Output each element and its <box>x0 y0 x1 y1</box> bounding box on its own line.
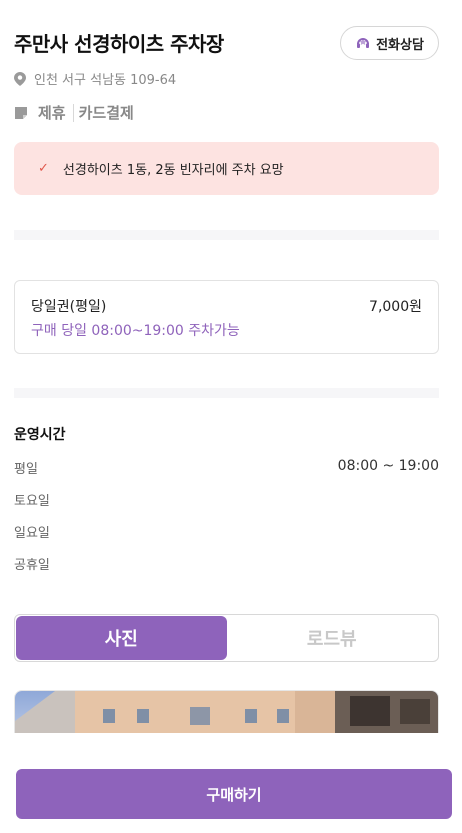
ticket-hours: 구매 당일 08:00~19:00 주차가능 <box>31 323 240 339</box>
hours-row-saturday: 토요일 <box>14 490 439 509</box>
address-row: 인천 서구 석남동 109-64 <box>14 69 176 88</box>
headset-icon <box>357 38 370 48</box>
call-consult-button[interactable]: 전화상담 <box>340 26 439 60</box>
address-text: 인천 서구 석남동 109-64 <box>34 73 177 88</box>
buy-button[interactable]: 구매하기 <box>16 769 452 819</box>
section-divider <box>14 388 439 398</box>
ticket-name: 당일권(평일) <box>31 299 107 315</box>
hours-time: 08:00 ~ 19:00 <box>337 458 439 474</box>
tag-list: 제휴 카드결제 <box>14 102 134 123</box>
view-toggle: 사진 로드뷰 <box>14 614 439 662</box>
header: 주만사 선경하이츠 주차장 전화상담 <box>14 26 439 62</box>
notice-text: 선경하이츠 1동, 2동 빈자리에 주차 요망 <box>62 163 284 178</box>
tab-roadview[interactable]: 로드뷰 <box>227 616 438 660</box>
ticket-price: 7,000원 <box>369 299 422 315</box>
hours-row-sunday: 일요일 <box>14 522 439 541</box>
hours-day: 일요일 <box>14 526 50 541</box>
tag-partner: 제휴 <box>38 104 66 122</box>
tag-separator <box>72 103 74 122</box>
tag-card-payment: 카드결제 <box>78 104 134 122</box>
operating-hours-title: 운영시간 <box>14 427 66 443</box>
parking-photo[interactable] <box>14 690 439 733</box>
notice-box: ✓ 선경하이츠 1동, 2동 빈자리에 주차 요망 <box>14 142 439 195</box>
card-tag-icon <box>15 106 27 119</box>
hours-day: 공휴일 <box>14 558 50 573</box>
location-pin-icon <box>14 71 26 86</box>
check-icon: ✓ <box>38 161 49 176</box>
page-title: 주만사 선경하이츠 주차장 <box>14 32 224 56</box>
section-divider <box>14 230 439 240</box>
hours-day: 평일 <box>14 462 38 477</box>
hours-day: 토요일 <box>14 494 50 509</box>
hours-row-holiday: 공휴일 <box>14 554 439 573</box>
call-consult-label: 전화상담 <box>376 37 424 53</box>
tab-photo[interactable]: 사진 <box>16 616 227 660</box>
hours-row-weekday: 평일 08:00 ~ 19:00 <box>14 458 439 477</box>
ticket-card[interactable]: 당일권(평일) 7,000원 구매 당일 08:00~19:00 주차가능 <box>14 280 439 354</box>
